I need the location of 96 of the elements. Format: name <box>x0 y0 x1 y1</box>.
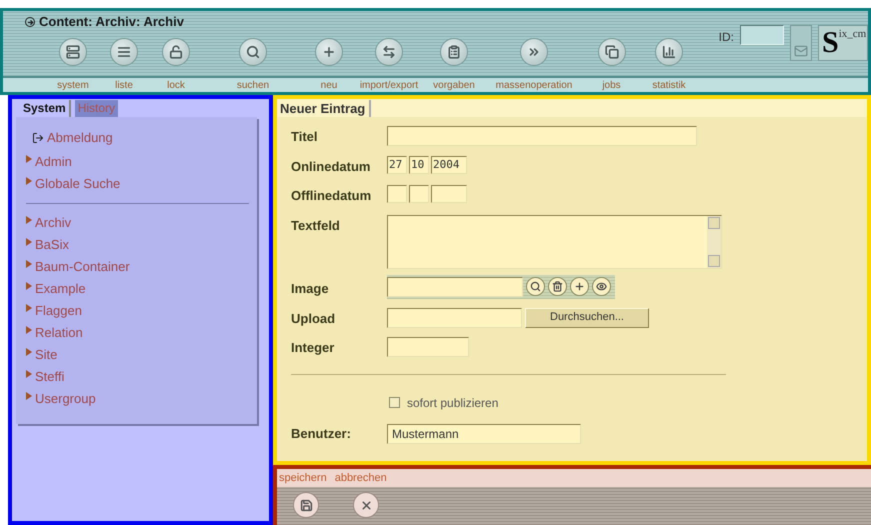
close-icon <box>360 498 372 512</box>
title-field[interactable] <box>387 126 697 146</box>
field-label: Textfeld <box>291 216 341 234</box>
menu-link[interactable]: BaSix <box>35 235 69 255</box>
field-label: Offlinedatum <box>291 187 372 205</box>
menu-button[interactable] <box>110 38 138 66</box>
field-label: Onlinedatum <box>291 158 372 176</box>
circle-arrow-icon <box>25 17 35 27</box>
plus-icon <box>574 281 585 292</box>
triangle-icon <box>26 348 32 356</box>
cancel-button[interactable] <box>353 492 379 518</box>
triangle-icon <box>26 177 32 185</box>
menu-link[interactable]: Usergroup <box>35 389 96 409</box>
form-tab[interactable]: Neuer Eintrag <box>280 100 372 117</box>
toolbar-label[interactable]: liste <box>115 78 133 92</box>
integer-field[interactable] <box>387 337 469 357</box>
date-field[interactable] <box>387 185 407 203</box>
menu-link[interactable]: Baum-Container <box>35 257 130 277</box>
triangle-icon <box>26 238 32 246</box>
menu-link[interactable]: Example <box>35 279 86 299</box>
page-title: Content: Archiv: Archiv <box>39 13 184 32</box>
eye-icon <box>596 281 607 292</box>
logout-icon <box>32 132 44 144</box>
upload-field[interactable] <box>387 308 522 328</box>
toolbar-label[interactable]: statistik <box>652 78 686 92</box>
toolbar-label[interactable]: system <box>57 78 89 92</box>
field-label: Upload <box>291 310 336 328</box>
triangle-icon <box>26 282 32 290</box>
server-icon <box>66 45 80 59</box>
checkbox-label: sofort publizieren <box>407 394 498 412</box>
footer-link[interactable]: speichern <box>279 470 327 486</box>
clipboard-button[interactable] <box>440 38 468 66</box>
id-label: ID: <box>718 29 734 46</box>
toolbar-label[interactable]: lock <box>167 78 185 92</box>
toolbar-label[interactable]: vorgaben <box>433 78 475 92</box>
search-icon <box>530 281 541 292</box>
trash-icon <box>552 281 563 292</box>
text-area[interactable] <box>387 214 722 268</box>
triangle-icon <box>26 370 32 378</box>
date-field[interactable] <box>431 185 467 203</box>
search-button[interactable] <box>526 277 545 296</box>
triangle-icon <box>26 392 32 400</box>
toolbar-label[interactable]: jobs <box>602 78 621 92</box>
triangle-icon <box>26 260 32 268</box>
add-button[interactable] <box>570 277 589 296</box>
copy-icon <box>604 45 618 59</box>
copy-button[interactable] <box>598 38 626 66</box>
menu-icon <box>117 45 131 59</box>
scrollbar[interactable] <box>707 216 721 268</box>
plus-icon <box>322 45 336 59</box>
menu-link[interactable]: Archiv <box>35 213 72 233</box>
bar-chart-icon <box>662 45 676 59</box>
menu-link[interactable]: Steffi <box>35 367 64 387</box>
menu-link[interactable]: Admin <box>35 152 72 172</box>
toolbar-label[interactable]: suchen <box>236 78 270 92</box>
menu-link[interactable]: Globale Suche <box>35 174 120 194</box>
date-field[interactable]: 2004 <box>431 156 467 174</box>
triangle-icon <box>26 216 32 224</box>
search-icon <box>246 45 260 59</box>
unlock-icon <box>169 45 183 59</box>
triangle-icon <box>26 155 32 163</box>
date-field[interactable]: 10 <box>409 156 429 174</box>
unlock-button[interactable] <box>162 38 190 66</box>
delete-button[interactable] <box>548 277 567 296</box>
triangle-icon <box>26 304 32 312</box>
toolbar-label[interactable]: import/export <box>360 78 418 92</box>
menu-link[interactable]: Site <box>35 345 58 365</box>
triangle-icon <box>26 326 32 334</box>
clipboard-icon <box>447 45 461 59</box>
browse-button[interactable]: Durchsuchen... <box>525 308 649 328</box>
user-field[interactable]: Mustermann <box>387 424 581 444</box>
menu-link[interactable]: Abmeldung <box>47 128 113 148</box>
arrows-button[interactable] <box>375 38 403 66</box>
field-label: Benutzer: <box>291 424 352 443</box>
view-button[interactable] <box>592 277 611 296</box>
image-field[interactable] <box>387 276 523 296</box>
field-label: Image <box>291 280 330 298</box>
fast-forward-button[interactable] <box>520 38 548 66</box>
field-label: Integer <box>291 339 336 357</box>
menu-link[interactable]: Flaggen <box>35 301 82 321</box>
field-label: Titel <box>291 128 318 146</box>
toolbar-label[interactable]: massenoperation <box>496 78 572 92</box>
server-button[interactable] <box>59 38 87 66</box>
plus-button[interactable] <box>315 38 343 66</box>
arrows-icon <box>382 45 396 59</box>
id-field[interactable] <box>740 25 784 45</box>
toolbar-label[interactable]: neu <box>320 78 338 92</box>
search-button[interactable] <box>239 38 267 66</box>
menu-link[interactable]: Relation <box>35 323 83 343</box>
mail-icon <box>794 44 808 58</box>
save-button[interactable] <box>293 492 319 518</box>
date-field[interactable]: 27 <box>387 156 407 174</box>
bar-chart-button[interactable] <box>655 38 683 66</box>
publish-checkbox[interactable] <box>389 397 400 408</box>
footer-link[interactable]: abbrechen <box>334 470 387 486</box>
date-field[interactable] <box>409 185 429 203</box>
